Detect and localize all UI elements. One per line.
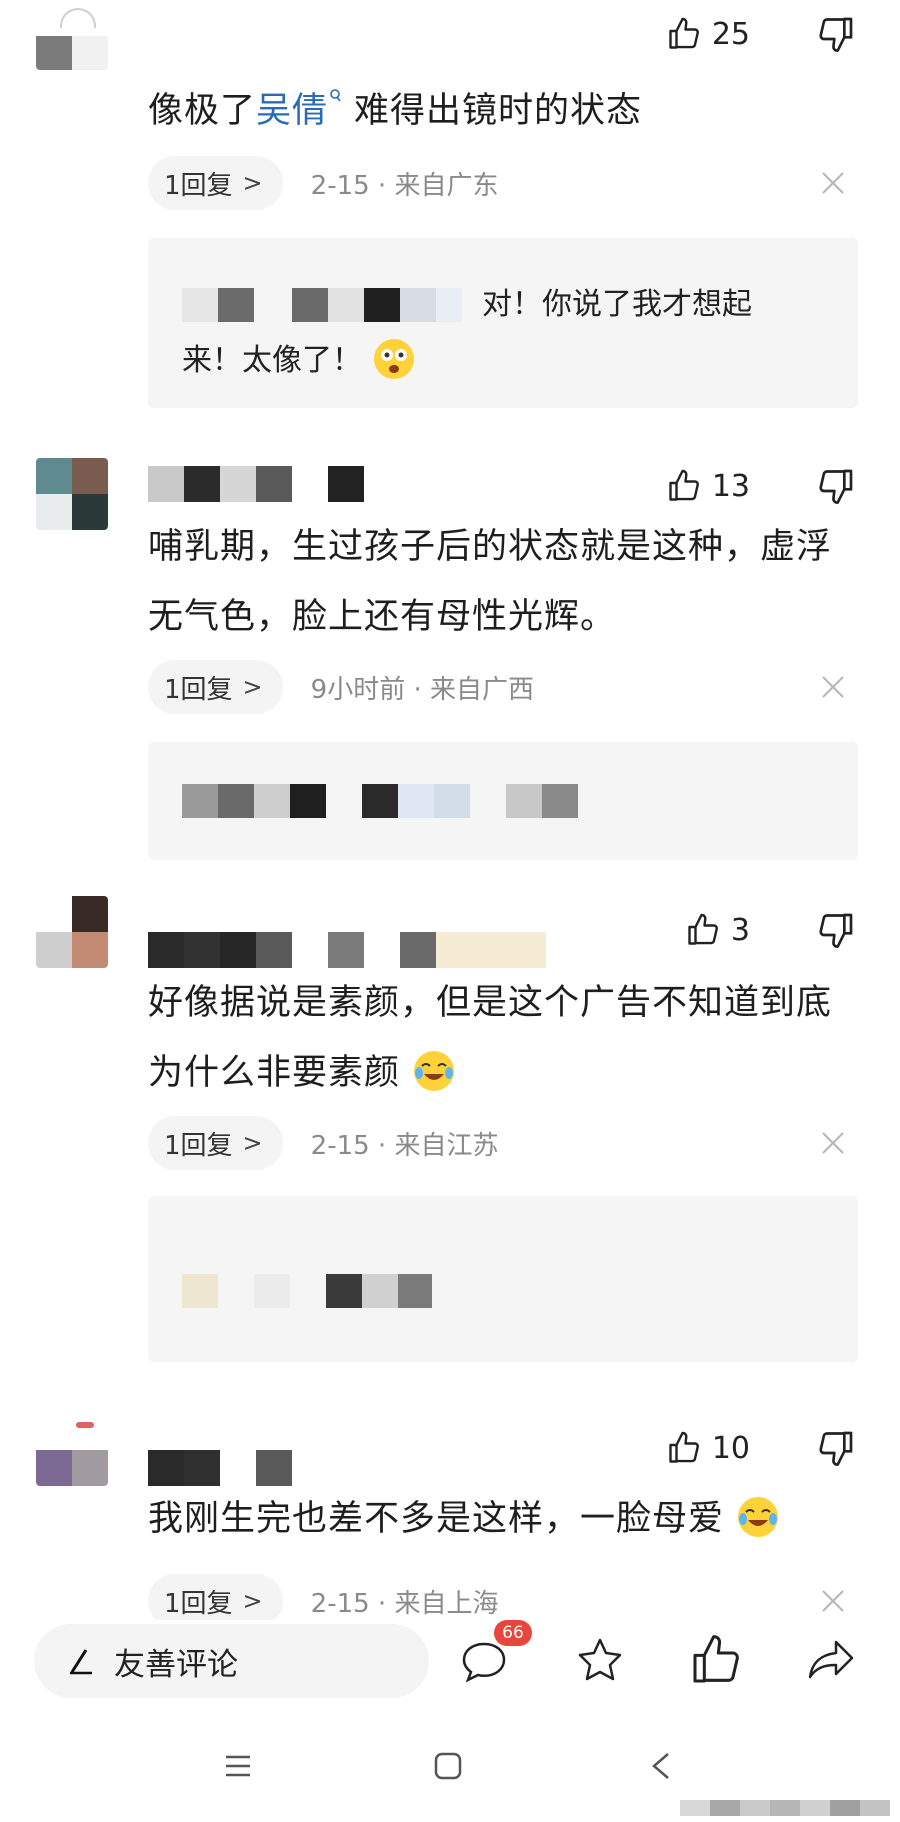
- bottom-action-bar: 友善评论 66: [0, 1620, 900, 1710]
- thumbs-up-icon[interactable]: [688, 1632, 744, 1688]
- like-button[interactable]: 10: [666, 1428, 750, 1468]
- reply-mosaic: [182, 784, 612, 818]
- like-count: 13: [711, 468, 750, 504]
- avatar[interactable]: [36, 0, 108, 70]
- thumbs-up-icon: [669, 1431, 699, 1463]
- avatar[interactable]: [36, 458, 108, 530]
- comment-date: 2-15 · 来自广东: [310, 170, 499, 201]
- thumbs-up-icon: [688, 913, 718, 945]
- thumbs-down-icon[interactable]: [816, 466, 856, 506]
- shocked-emoji-icon: [373, 338, 414, 379]
- thumbs-up-icon: [669, 17, 699, 49]
- share-icon[interactable]: [804, 1632, 860, 1688]
- username-mosaic[interactable]: [148, 932, 548, 968]
- username-mosaic[interactable]: [148, 1450, 308, 1486]
- comment-date: 9小时前 · 来自广西: [310, 674, 534, 705]
- search-icon: [330, 89, 341, 102]
- star-icon[interactable]: [572, 1632, 628, 1688]
- reply-author-mosaic: [182, 288, 462, 322]
- chevron-right-icon: >: [242, 1587, 263, 1615]
- reply-count-button[interactable]: 1回复 >: [148, 660, 283, 714]
- like-count: 3: [730, 912, 750, 948]
- reply-preview[interactable]: [148, 1196, 858, 1362]
- comment-count-badge: 66: [494, 1620, 532, 1646]
- reply-mosaic: [182, 1274, 432, 1308]
- watermark-mosaic: [680, 1800, 890, 1816]
- comment-text: 像极了吴倩 难得出镜时的状态: [148, 76, 848, 146]
- pen-icon: [70, 1649, 92, 1675]
- thumbs-up-icon: [669, 469, 699, 501]
- like-button[interactable]: 25: [666, 14, 750, 54]
- close-icon[interactable]: [818, 1128, 848, 1158]
- menu-icon[interactable]: [218, 1746, 258, 1786]
- reply-preview[interactable]: [148, 742, 858, 860]
- reply-text-line2: 来！太像了！: [182, 336, 416, 386]
- chevron-right-icon: >: [242, 169, 263, 197]
- chevron-right-icon: >: [242, 1129, 263, 1157]
- like-button[interactable]: 3: [685, 910, 750, 950]
- reply-count-button[interactable]: 1回复 >: [148, 156, 283, 210]
- chevron-right-icon: >: [242, 673, 263, 701]
- reply-preview[interactable]: 对！你说了我才想起 来！太像了！: [148, 238, 858, 408]
- laugh-cry-emoji-icon: [414, 1051, 455, 1091]
- thumbs-down-icon[interactable]: [816, 14, 856, 54]
- comment-date: 2-15 · 来自上海: [310, 1588, 499, 1619]
- keyword-link[interactable]: 吴倩: [256, 91, 328, 131]
- comment-meta: 1回复 > 2-15 · 来自江苏: [148, 1116, 498, 1170]
- thumbs-down-icon[interactable]: [816, 1428, 856, 1468]
- home-icon[interactable]: [428, 1746, 468, 1786]
- like-count: 25: [711, 16, 750, 52]
- comment-meta: 1回复 > 2-15 · 来自广东: [148, 156, 498, 210]
- avatar[interactable]: [36, 1414, 108, 1486]
- comment-date: 2-15 · 来自江苏: [310, 1130, 499, 1161]
- comment-meta: 1回复 > 9小时前 · 来自广西: [148, 660, 534, 714]
- username-mosaic[interactable]: [148, 466, 368, 502]
- like-count: 10: [711, 1430, 750, 1466]
- avatar[interactable]: [36, 896, 108, 968]
- reply-text: 对！你说了我才想起: [482, 287, 752, 322]
- close-icon[interactable]: [818, 672, 848, 702]
- close-icon[interactable]: [818, 1586, 848, 1616]
- laugh-cry-emoji-icon: [738, 1497, 779, 1537]
- back-icon[interactable]: [642, 1746, 682, 1786]
- comment-text: 好像据说是素颜，但是这个广告不知道到底为什么非要素颜: [148, 983, 833, 1093]
- comment-text: 我刚生完也差不多是这样，一脸母爱: [148, 1484, 848, 1554]
- comment-input[interactable]: 友善评论: [34, 1624, 429, 1698]
- reply-count-button[interactable]: 1回复 >: [148, 1116, 283, 1170]
- like-button[interactable]: 13: [666, 466, 750, 506]
- close-icon[interactable]: [818, 168, 848, 198]
- thumbs-down-icon[interactable]: [816, 910, 856, 950]
- comment-text: 哺乳期，生过孩子后的状态就是这种，虚浮无气色，脸上还有母性光辉。: [148, 527, 833, 637]
